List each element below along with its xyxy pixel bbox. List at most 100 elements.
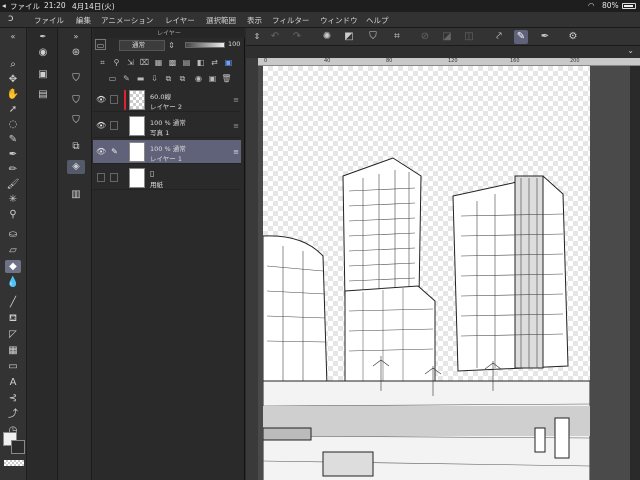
airbrush-icon[interactable]: ⚲ — [5, 208, 21, 221]
status-app-name[interactable]: ファイル — [10, 1, 40, 12]
menu-animation[interactable]: アニメーション — [101, 15, 153, 26]
blur-icon[interactable]: 💧 — [5, 276, 21, 289]
menu-filter[interactable]: フィルター — [272, 15, 309, 26]
lock-transparent-icon[interactable]: ▦ — [153, 57, 164, 68]
drag-handle-icon[interactable]: ≡ — [233, 96, 239, 104]
layer-panel-icon[interactable]: ◈ — [67, 160, 85, 174]
fill-bucket-2-icon[interactable]: ⛉ — [67, 94, 85, 108]
gradient-icon[interactable]: ▦ — [5, 344, 21, 357]
paint-bucket-icon[interactable]: ⛉ — [366, 30, 380, 44]
swap-icon[interactable]: ⇄ — [209, 57, 220, 68]
menu-file[interactable]: ファイル — [34, 15, 64, 26]
app-logo-icon[interactable]: ↄ — [8, 13, 14, 24]
opacity-slider[interactable] — [185, 42, 225, 48]
layer-row-selected[interactable]: 👁 ✎ 100 % 通常 レイヤー 1 ≡ — [93, 140, 241, 164]
object-icon[interactable]: ➚ — [5, 103, 21, 116]
chevron-down-icon[interactable]: ⌄ — [627, 46, 634, 55]
command-bar-toggle-icon[interactable]: ⇕ — [250, 30, 264, 44]
eyedropper-icon[interactable]: ✎ — [5, 133, 21, 146]
menu-help[interactable]: ヘルプ — [366, 15, 389, 26]
line-icon[interactable]: ╱ — [5, 296, 21, 309]
invert-selection-icon[interactable]: ◪ — [440, 30, 454, 44]
blend-mode-select[interactable]: 通常 — [119, 40, 165, 51]
pen-alt-icon[interactable]: ✒ — [538, 30, 552, 44]
menu-edit[interactable]: 編集 — [76, 15, 91, 26]
fill-command-icon[interactable]: ◩ — [342, 30, 356, 44]
undo-icon[interactable]: ↶ — [268, 30, 282, 44]
pen-active-icon[interactable]: ✎ — [514, 30, 528, 44]
layer-row[interactable]: 👁 100 % 通常 写真 1 ≡ — [93, 114, 241, 138]
menu-layer[interactable]: レイヤー — [165, 15, 195, 26]
eye-icon[interactable]: 👁 — [96, 121, 106, 131]
blend-tool-icon[interactable]: ◆ — [5, 260, 21, 273]
mask-apply-icon[interactable]: ▣ — [207, 73, 218, 84]
mask-icon[interactable]: ▩ — [167, 57, 178, 68]
delete-layer-icon[interactable]: 🗑 — [221, 73, 232, 84]
layer-property-icon[interactable]: ⧉ — [67, 140, 85, 154]
vertical-scrollbar[interactable] — [630, 66, 640, 480]
lock-icon[interactable]: ⌧ — [139, 57, 150, 68]
brush-size-icon[interactable]: ▤ — [34, 88, 52, 102]
menu-window[interactable]: ウィンドウ — [320, 15, 358, 26]
blend-chevron-icon[interactable]: ⇕ — [166, 40, 177, 51]
ruler-icon[interactable]: ▤ — [181, 57, 192, 68]
back-to-app-icon[interactable]: ◂ — [2, 1, 6, 10]
new-raster-icon[interactable]: ▭ — [107, 73, 118, 84]
drag-handle-icon[interactable]: ≡ — [233, 148, 239, 156]
pencil-icon[interactable]: ✏ — [5, 163, 21, 176]
loading-icon[interactable]: ✺ — [320, 30, 334, 44]
mask-add-icon[interactable]: ◉ — [193, 73, 204, 84]
move-icon[interactable]: ✥ — [5, 73, 21, 86]
new-folder-icon[interactable]: ▬ — [135, 73, 146, 84]
layer-lock-box[interactable] — [110, 173, 118, 182]
redo-icon[interactable]: ↷ — [290, 30, 304, 44]
layer-visibility-box[interactable] — [97, 173, 105, 182]
layer-lock-box[interactable] — [110, 95, 118, 104]
sub-color-swatch[interactable] — [11, 440, 25, 454]
menu-selection[interactable]: 選択範囲 — [206, 15, 236, 26]
material-icon[interactable]: ▥ — [67, 188, 85, 202]
settings-icon[interactable]: ⚙ — [566, 30, 580, 44]
fill-icon[interactable]: ⛾ — [5, 312, 21, 325]
hand-icon[interactable]: ✋ — [5, 88, 21, 101]
panel-expand-icon[interactable]: » — [67, 30, 85, 44]
canvas-paper[interactable] — [263, 66, 590, 480]
new-vector-icon[interactable]: ✎ — [121, 73, 132, 84]
fill-bucket-3-icon[interactable]: ⛉ — [67, 114, 85, 128]
duplicate-icon[interactable]: ⧉ — [177, 73, 188, 84]
opacity-value[interactable]: 100 — [228, 40, 240, 48]
stroke-correct-icon[interactable]: ⤤ — [492, 30, 506, 44]
frame-icon[interactable]: ▭ — [5, 360, 21, 373]
layer-row[interactable]: 👁 60.0線 レイヤー 2 ≡ — [93, 88, 241, 112]
drag-handle-icon[interactable]: ≡ — [233, 122, 239, 130]
navigator-icon[interactable]: ⊛ — [67, 46, 85, 60]
sparkle-icon[interactable]: ✳ — [5, 193, 21, 206]
deselect-icon[interactable]: ⊘ — [418, 30, 432, 44]
clip-icon[interactable]: ⌗ — [97, 57, 108, 68]
tool-property-icon[interactable]: ▣ — [34, 68, 52, 82]
combine-icon[interactable]: ⧉ — [163, 73, 174, 84]
pen-icon[interactable]: ✒ — [5, 148, 21, 161]
fill-bucket-icon[interactable]: ⛉ — [67, 72, 85, 86]
balloon-icon[interactable]: ⊰ — [5, 392, 21, 405]
eraser-icon[interactable]: ▱ — [5, 244, 21, 257]
menu-view[interactable]: 表示 — [247, 15, 262, 26]
collapse-icon[interactable]: « — [5, 30, 21, 43]
palette-color-icon[interactable]: ◧ — [195, 57, 206, 68]
correction-icon[interactable]: ⤴ — [5, 408, 21, 421]
reference-icon[interactable]: ⚲ — [111, 57, 122, 68]
zoom-icon[interactable]: ⌕ — [5, 58, 21, 71]
layer-color-icon[interactable]: ▭ — [95, 39, 106, 50]
layer-row[interactable]: ▯ 用紙 — [93, 166, 241, 190]
layer-color-change-icon[interactable]: ▣ — [223, 57, 234, 68]
crop-icon[interactable]: ◫ — [462, 30, 476, 44]
text-icon[interactable]: A — [5, 376, 21, 389]
draft-icon[interactable]: ⇲ — [125, 57, 136, 68]
eye-icon[interactable]: 👁 — [96, 147, 106, 157]
figure-icon[interactable]: ◸ — [5, 328, 21, 341]
pen-mini-icon[interactable]: ✒ — [34, 30, 52, 44]
sub-tool-icon[interactable]: ◉ — [34, 46, 52, 60]
layer-lock-box[interactable] — [110, 121, 118, 130]
transparent-color-swatch[interactable] — [4, 460, 24, 466]
stamp-icon[interactable]: ⛀ — [5, 228, 21, 241]
